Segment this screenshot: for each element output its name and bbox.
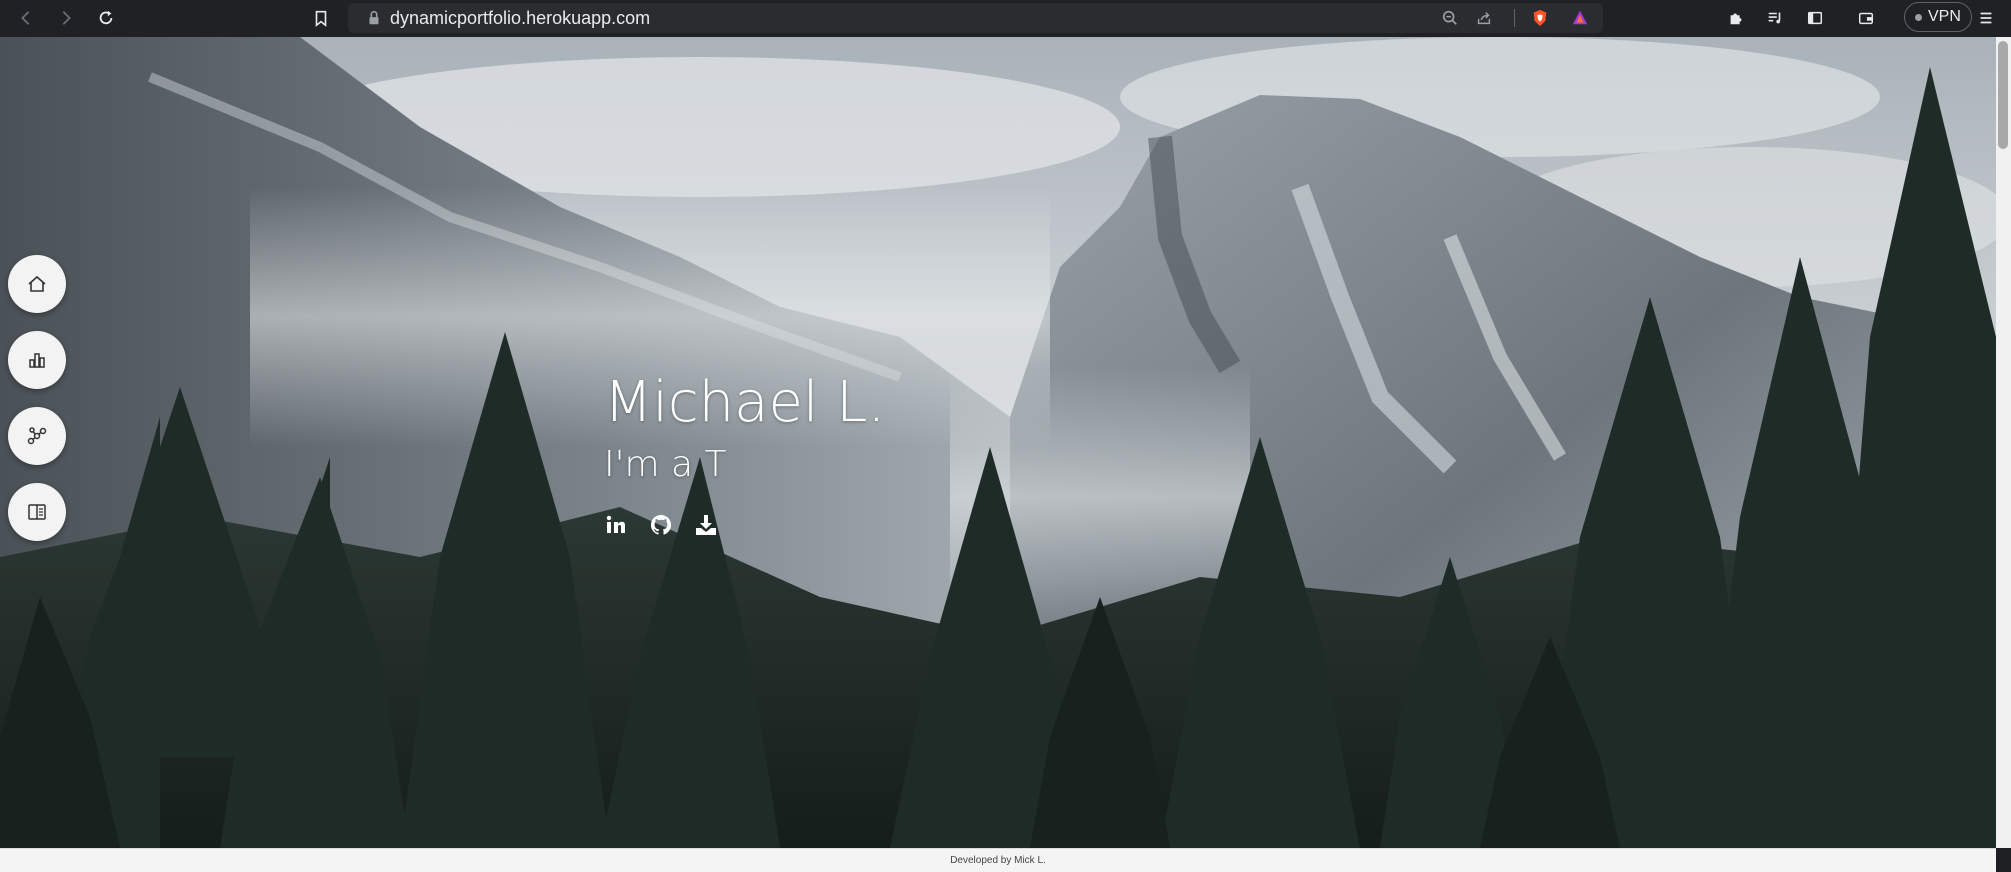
wallet-icon [1858, 12, 1874, 25]
github-icon [650, 514, 672, 535]
extensions-button[interactable] [1722, 4, 1750, 32]
bar-chart-icon [29, 353, 45, 368]
playlist-button[interactable] [1761, 4, 1789, 32]
hero-name: Michael L. [604, 370, 886, 435]
wallet-button[interactable] [1852, 4, 1880, 32]
browser-toolbar: dynamicportfolio.herokuapp.com VPN [0, 0, 2011, 37]
share-icon[interactable] [1472, 6, 1496, 30]
brave-shields-icon[interactable] [1528, 6, 1552, 30]
puzzle-icon [1730, 13, 1742, 25]
vpn-button[interactable]: VPN [1904, 2, 1972, 32]
nav-home-button[interactable] [8, 255, 66, 313]
nav-projects-button[interactable] [8, 407, 66, 465]
menu-button[interactable] [1972, 4, 2000, 32]
zoom-out-icon[interactable] [1438, 6, 1462, 30]
bookmark-icon [315, 10, 327, 27]
linkedin-link[interactable] [598, 507, 634, 543]
hero-tagline: I'm a T [604, 444, 727, 485]
arrow-right-icon [62, 11, 71, 25]
scrollbar-thumb[interactable] [1998, 41, 2008, 149]
nav-skills-button[interactable] [8, 331, 66, 389]
page-footer: Developed by Mick L. [0, 848, 1996, 872]
mountain-forest-background [0, 37, 1996, 848]
github-link[interactable] [643, 507, 679, 543]
nav-resume-button[interactable] [8, 483, 66, 541]
sidebar-button[interactable] [1801, 4, 1829, 32]
forward-button[interactable] [52, 4, 80, 32]
arrow-left-icon [21, 11, 30, 25]
nodes-icon [27, 427, 47, 445]
playlist-icon [1768, 12, 1781, 24]
download-icon [696, 515, 716, 535]
url-text: dynamicportfolio.herokuapp.com [390, 8, 651, 28]
reload-icon [99, 10, 113, 25]
vpn-status-dot [1915, 13, 1922, 21]
page-scrollbar[interactable] [1996, 37, 2011, 848]
lock-icon [362, 6, 386, 30]
linkedin-icon [606, 515, 625, 533]
resume-download-link[interactable] [688, 507, 724, 543]
divider [1514, 9, 1515, 27]
bookmark-button[interactable] [307, 4, 335, 32]
back-button[interactable] [12, 4, 40, 32]
book-icon [28, 504, 46, 520]
address-bar[interactable]: dynamicportfolio.herokuapp.com [348, 3, 1603, 33]
brave-rewards-icon[interactable] [1568, 6, 1592, 30]
hero-section: Michael L. I'm a T [0, 37, 1996, 848]
reload-button[interactable] [92, 4, 120, 32]
sidebar-icon [1807, 11, 1823, 25]
hamburger-menu-icon [1980, 12, 1992, 24]
home-icon [28, 275, 46, 292]
vpn-label: VPN [1928, 8, 1961, 25]
